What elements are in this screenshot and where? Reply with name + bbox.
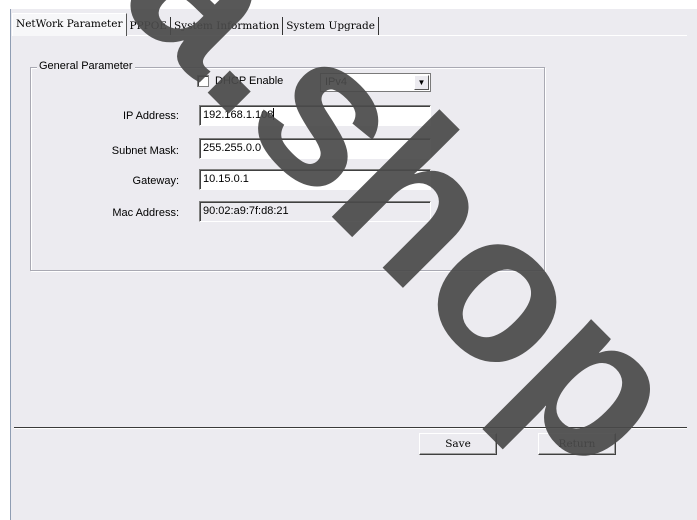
tab-strip: NetWork Parameter PPPOE System Informati… [12,13,379,36]
chevron-down-icon[interactable]: ▼ [414,75,429,90]
tab-pppoe[interactable]: PPPOE [126,17,171,36]
dhcp-checkbox[interactable] [197,75,209,87]
text-cursor [273,108,275,120]
ip-version-select[interactable]: IPv4 ▼ [320,73,431,92]
gateway-label: Gateway: [132,175,179,187]
return-button[interactable]: Return [538,433,616,455]
dhcp-option: DHCP Enable [197,75,283,87]
mac-address-field: 90:02:a9:7f:d8:21 [199,201,431,222]
tab-system-upgrade[interactable]: System Upgrade [283,17,379,36]
subnet-mask-label: Subnet Mask: [111,145,179,157]
tab-network-parameter[interactable]: NetWork Parameter [12,13,127,36]
gateway-field[interactable]: 10.15.0.1 [199,169,431,190]
ip-version-value: IPv4 [325,76,348,88]
mac-address-value: 90:02:a9:7f:d8:21 [203,205,289,217]
subnet-mask-field[interactable]: 255.255.0.0 [199,138,431,159]
ip-address-label: IP Address: [122,110,179,122]
group-title: General Parameter [37,60,135,72]
gateway-value: 10.15.0.1 [203,173,249,185]
subnet-mask-value: 255.255.0.0 [203,142,262,154]
ip-address-field[interactable]: 192.168.1.108 [199,105,431,126]
tab-system-information[interactable]: System Information [170,17,284,36]
dhcp-label: DHCP Enable [215,75,284,87]
save-button[interactable]: Save [419,433,497,455]
mac-address-label: Mac Address: [112,207,179,219]
button-separator [14,427,687,429]
ip-address-value: 192.168.1.108 [203,109,274,121]
